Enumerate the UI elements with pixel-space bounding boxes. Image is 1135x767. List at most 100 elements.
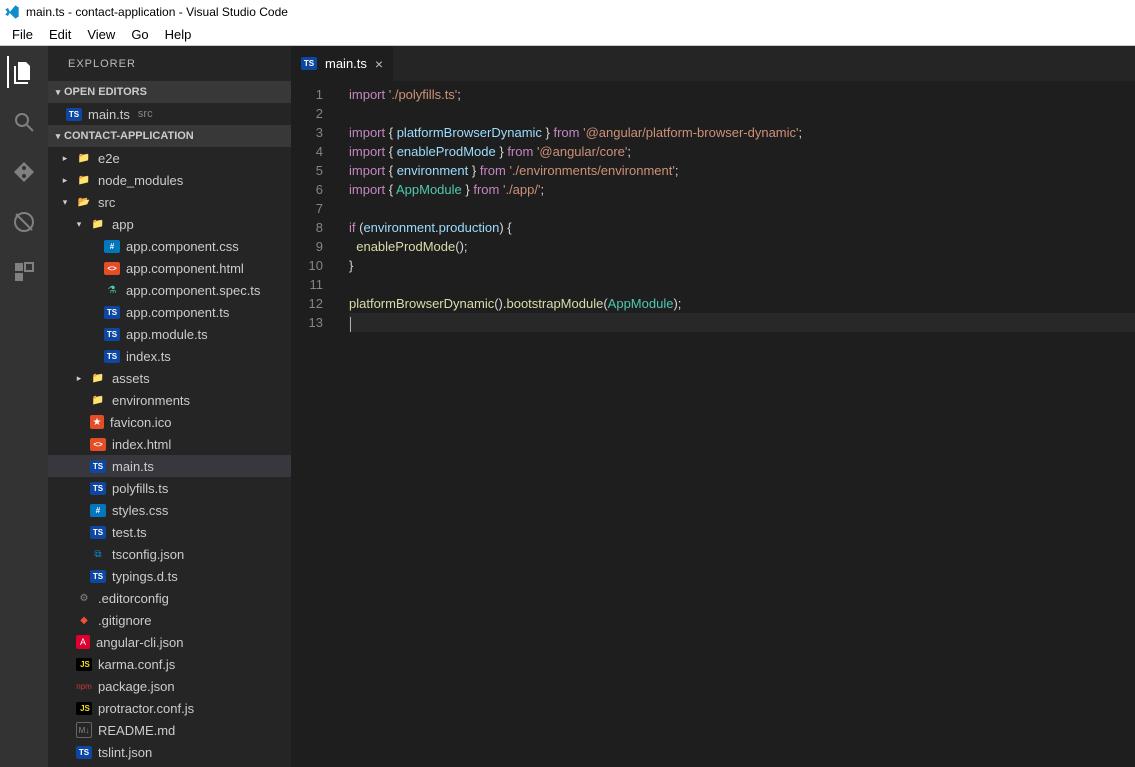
tree-item-label: polyfills.ts [112,481,168,496]
extensions-icon [12,260,36,284]
project-header[interactable]: ▾ CONTACT-APPLICATION [48,125,291,147]
tree-item-label: app [112,217,134,232]
tree-item-label: app.component.spec.ts [126,283,260,298]
tree-item[interactable]: ▸📁e2e [48,147,291,169]
tree-item[interactable]: JSprotractor.conf.js [48,697,291,719]
tree-item[interactable]: M↓README.md [48,719,291,741]
open-editor-path: src [138,108,153,120]
close-icon[interactable]: × [375,56,383,72]
tree-item[interactable]: TSindex.ts [48,345,291,367]
spacer [88,351,98,361]
open-editors-list: TS main.ts src [48,103,291,125]
folder-icon: 📁 [90,216,106,232]
menu-edit[interactable]: Edit [41,27,79,42]
tree-item-label: .editorconfig [98,591,169,606]
ts-file-icon: TS [90,526,106,539]
files-icon [12,60,36,84]
tree-item[interactable]: ◆.gitignore [48,609,291,631]
tree-item-label: tsconfig.json [112,547,184,562]
menu-view[interactable]: View [79,27,123,42]
activity-bar [0,46,48,767]
menu-go[interactable]: Go [123,27,156,42]
file-tree: ▸📁e2e▸📁node_modules▾📂src▾📁app #app.compo… [48,147,291,763]
tree-item[interactable]: TS test.ts [48,521,291,543]
menu-file[interactable]: File [4,27,41,42]
window-titlebar: main.ts - contact-application - Visual S… [0,0,1135,24]
tree-item[interactable]: Aangular-cli.json [48,631,291,653]
editor-tab-main-ts[interactable]: TS main.ts × [291,46,394,81]
spacer [74,505,84,515]
tree-item[interactable]: npmpackage.json [48,675,291,697]
open-editors-header[interactable]: ▾ OPEN EDITORS [48,81,291,103]
tree-item-label: app.module.ts [126,327,208,342]
activity-search[interactable] [8,106,40,138]
tree-item[interactable]: ▸📁node_modules [48,169,291,191]
tree-item[interactable]: ★favicon.ico [48,411,291,433]
tree-item-label: app.component.ts [126,305,229,320]
tree-item[interactable]: ▸📁assets [48,367,291,389]
tree-item[interactable]: TSapp.component.ts [48,301,291,323]
folder-icon: 📁 [90,370,106,386]
ts-test-file-icon: ⚗ [104,282,120,298]
tree-item-label: typings.d.ts [112,569,178,584]
open-editors-label: OPEN EDITORS [64,86,147,98]
activity-extensions[interactable] [8,256,40,288]
activity-explorer[interactable] [7,56,39,88]
tree-item[interactable]: TSmain.ts [48,455,291,477]
tree-item-label: protractor.conf.js [98,701,194,716]
tree-item[interactable]: #app.component.css [48,235,291,257]
activity-debug[interactable] [8,206,40,238]
folder-icon: 📁 [76,172,92,188]
code-content[interactable]: import './polyfills.ts'; import { platfo… [339,81,1135,767]
spacer [60,659,70,669]
spacer [60,681,70,691]
code-editor[interactable]: 12345678910111213 import './polyfills.ts… [291,81,1135,767]
tree-item[interactable]: <> app.component.html [48,257,291,279]
tree-item[interactable]: ▾📁app [48,213,291,235]
html-file-icon: <> [104,262,120,275]
tree-item[interactable]: ⚙ .editorconfig [48,587,291,609]
tree-item[interactable]: TS polyfills.ts [48,477,291,499]
spacer [88,329,98,339]
tree-item[interactable]: TS typings.d.ts [48,565,291,587]
spacer [60,725,70,735]
window-title: main.ts - contact-application - Visual S… [26,5,288,19]
ts-file-icon: TS [90,482,106,495]
tree-item[interactable]: ⧉tsconfig.json [48,543,291,565]
tree-item-label: assets [112,371,150,386]
menu-help[interactable]: Help [157,27,200,42]
markdown-file-icon: M↓ [76,722,92,738]
tree-item-label: index.html [112,437,171,452]
tree-item[interactable]: <>index.html [48,433,291,455]
chevron-down-icon: ▾ [52,87,64,98]
spacer [74,527,84,537]
spacer [74,395,84,405]
ts-file-icon: TS [104,328,120,341]
tree-item[interactable]: #styles.css [48,499,291,521]
tree-item[interactable]: ▾📂src [48,191,291,213]
spacer [60,615,70,625]
npm-file-icon: npm [76,678,92,694]
tree-item-label: tslint.json [98,745,152,760]
ts-file-icon: TS [90,460,106,473]
favicon-icon: ★ [90,415,104,429]
tree-item[interactable]: ⚗ app.component.spec.ts [48,279,291,301]
tree-item-label: environments [112,393,190,408]
tree-item[interactable]: 📁environments [48,389,291,411]
tree-item[interactable]: TStslint.json [48,741,291,763]
spacer [60,747,70,757]
folder-open-icon: 📂 [76,194,92,210]
activity-git[interactable] [8,156,40,188]
tree-item-label: node_modules [98,173,183,188]
config-file-icon: ⚙ [76,590,92,606]
tree-item-label: .gitignore [98,613,151,628]
open-editor-item[interactable]: TS main.ts src [48,103,291,125]
ts-file-icon: TS [90,570,106,583]
tree-item[interactable]: JSkarma.conf.js [48,653,291,675]
tree-item-label: test.ts [112,525,147,540]
tree-item-label: app.component.css [126,239,239,254]
tree-item[interactable]: TS app.module.ts [48,323,291,345]
spacer [74,439,84,449]
tree-item-label: app.component.html [126,261,244,276]
editor-area: TS main.ts × 12345678910111213 import '.… [291,46,1135,767]
